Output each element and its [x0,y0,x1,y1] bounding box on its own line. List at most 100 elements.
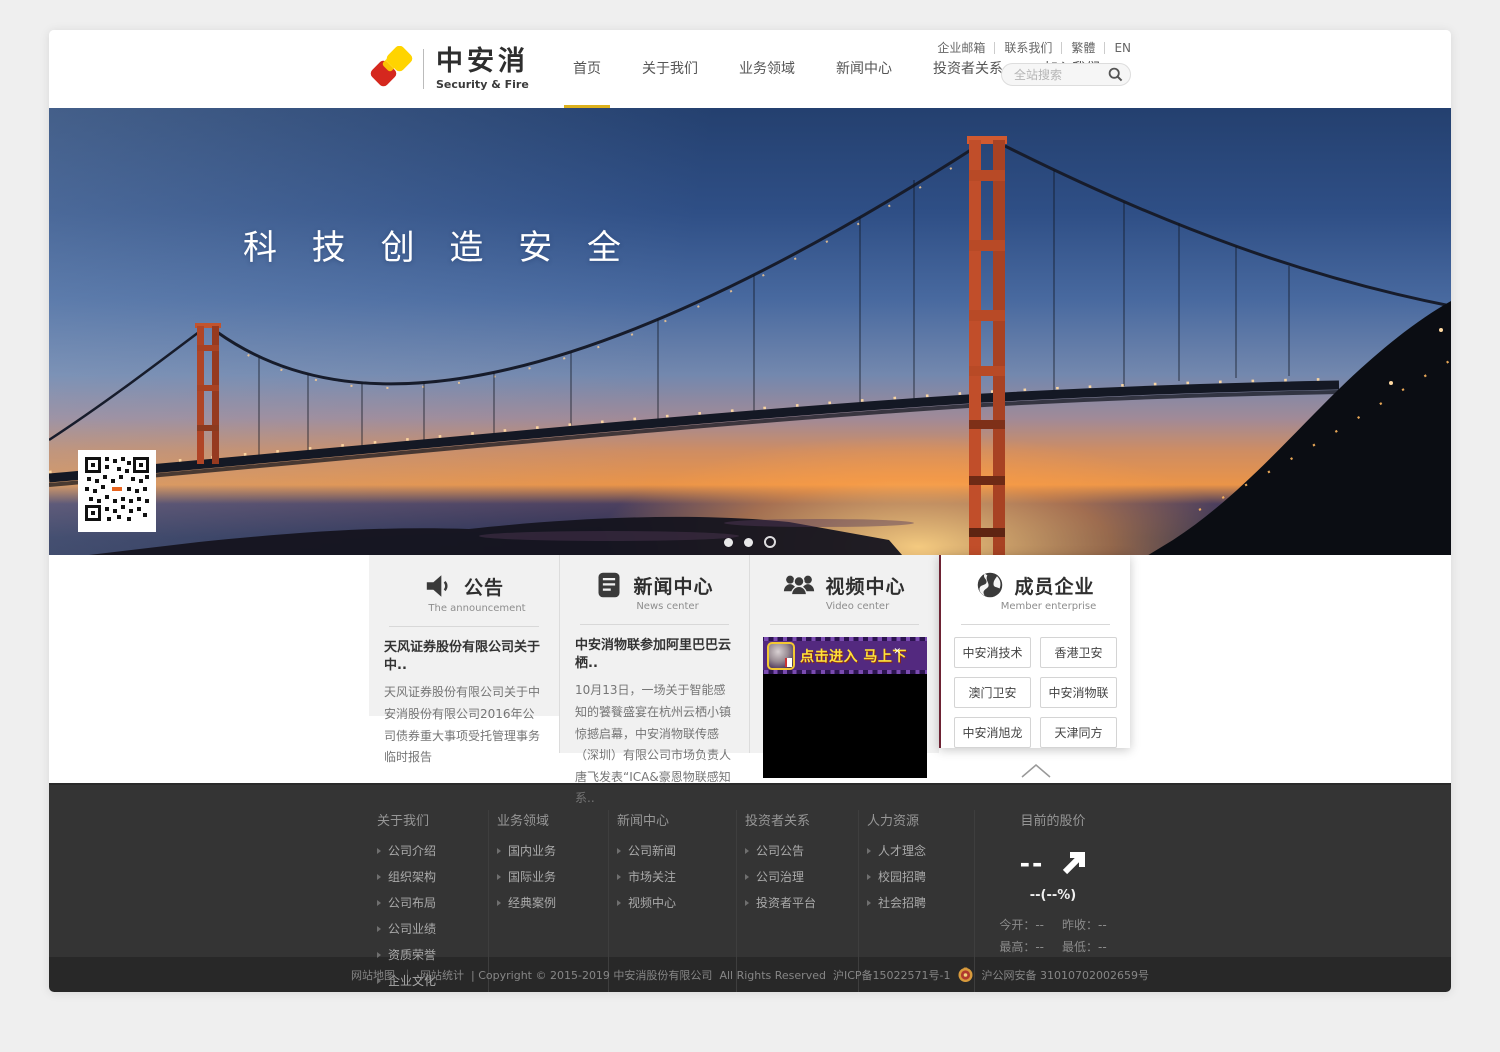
stock-change: --(--%) [975,888,1131,903]
news-subtitle: News center [586,601,749,612]
ad-text: 点击进入 马上下 [800,646,907,666]
site-stats-link[interactable]: 网站统计 [420,967,464,983]
triangle-right-icon [745,848,749,854]
triangle-right-icon [617,848,621,854]
footer-col-title: 业务领域 [497,810,608,829]
company-button[interactable]: 澳门卫安 [954,677,1031,708]
stock-title: 目前的股价 [975,810,1131,829]
nav-home[interactable]: 首页 [569,30,605,108]
footer-link[interactable]: 经典案例 [497,894,608,911]
footer-link[interactable]: 组织架构 [377,868,488,885]
police-record-link[interactable]: 沪公网安备 31010702002659号 [981,967,1148,983]
news-item-title[interactable]: 中安消物联参加阿里巴巴云栖.. [575,637,734,673]
triangle-right-icon [497,874,501,880]
utility-links: 企业邮箱 联系我们 繁體 EN [928,42,1131,54]
triangle-right-icon [377,874,381,880]
company-button[interactable]: 天津同方 [1040,717,1117,748]
logo-divider [423,49,424,89]
ad-close-icon[interactable]: ✕ [893,647,901,657]
video-card: 视频中心 Video center 点击进入 马上下 ✕ [749,555,939,753]
hero-slogan: 科 技 创 造 安 全 [243,220,633,269]
footer-col-title: 人力资源 [867,810,974,829]
footer-col-news: 新闻中心 公司新闻 市场关注 视频中心 [609,810,737,992]
footer-link[interactable]: 公司新闻 [617,842,736,859]
search-icon[interactable] [1108,67,1123,82]
announcement-subtitle: The announcement [395,603,559,614]
footer-link[interactable]: 市场关注 [617,868,736,885]
nav-about[interactable]: 关于我们 [638,30,702,108]
site-page: 中安消 Security & Fire 首页 关于我们 业务领域 新闻中心 投资… [49,30,1451,992]
company-button[interactable]: 中安消技术 [954,637,1031,668]
logo-title: 中安消 [436,48,529,75]
video-ad-banner[interactable]: 点击进入 马上下 ✕ [763,637,927,674]
footer-link[interactable]: 投资者平台 [745,894,858,911]
footer-col-about: 关于我们 公司介绍 组织架构 公司布局 公司业绩 资质荣誉 企业文化 [369,810,489,992]
logo-tagline: Security & Fire [436,78,529,91]
triangle-right-icon [377,848,381,854]
footer-col-hr: 人力资源 人才理念 校园招聘 社会招聘 [859,810,975,992]
qr-code [78,450,156,532]
news-title: 新闻中心 [633,572,713,599]
company-button[interactable]: 香港卫安 [1040,637,1117,668]
stock-widget: 目前的股价 -- --(--%) 今开：-- 昨收：-- 最高：-- 最低：-- [975,810,1131,992]
footer-link[interactable]: 校园招聘 [867,868,974,885]
people-icon [783,571,815,599]
triangle-right-icon [497,848,501,854]
triangle-right-icon [617,900,621,906]
video-player[interactable]: 点击进入 马上下 ✕ [763,637,927,778]
nav-news[interactable]: 新闻中心 [832,30,896,108]
link-traditional[interactable]: 繁體 [1062,42,1105,54]
footer-link[interactable]: 国际业务 [497,868,608,885]
link-contact[interactable]: 联系我们 [995,42,1062,54]
company-button[interactable]: 中安消物联 [1040,677,1117,708]
footer-col-title: 关于我们 [377,810,488,829]
site-search [1001,63,1131,86]
chevron-up-icon[interactable] [1019,763,1053,779]
speaker-icon [424,571,454,601]
icp-link[interactable]: 沪ICP备15022571号-1 [833,967,951,983]
link-english[interactable]: EN [1105,42,1131,54]
sitemap-link[interactable]: 网站地图 [351,967,395,983]
footer-col-business: 业务领域 国内业务 国际业务 经典案例 [489,810,609,992]
footer-link[interactable]: 视频中心 [617,894,736,911]
logo-icon [369,46,415,92]
footer-link[interactable]: 公司治理 [745,868,858,885]
nav-business[interactable]: 业务领域 [735,30,799,108]
triangle-right-icon [867,874,871,880]
triangle-right-icon [377,900,381,906]
bridge-illustration [49,108,1451,585]
carousel-dot-2[interactable] [744,538,753,547]
triangle-right-icon [377,926,381,932]
carousel-dots [49,536,1451,548]
announcement-item-body: 天风证券股份有限公司关于中安消股份有限公司2016年公司债券重大事项受托管理事务… [384,682,544,768]
footer-link[interactable]: 人才理念 [867,842,974,859]
link-enterprise-mail[interactable]: 企业邮箱 [928,42,995,54]
footer-link[interactable]: 社会招聘 [867,894,974,911]
member-companies: 中安消技术 香港卫安 澳门卫安 中安消物联 中安消旭龙 天津同方 [941,637,1130,748]
announcement-card: 公告 The announcement 天风证券股份有限公司关于中.. 天风证券… [369,555,559,716]
triangle-right-icon [745,874,749,880]
triangle-right-icon [867,900,871,906]
triangle-right-icon [617,874,621,880]
logo[interactable]: 中安消 Security & Fire [369,46,529,92]
news-card: 新闻中心 News center 中安消物联参加阿里巴巴云栖.. 10月13日，… [559,555,749,753]
globe-icon [976,571,1004,599]
copyright-text: | Copyright © 2015-2019 中安消股份有限公司 [471,967,712,983]
footer-link[interactable]: 资质荣誉 [377,946,488,963]
carousel-dot-1[interactable] [724,538,733,547]
footer-col-title: 投资者关系 [745,810,858,829]
footer-link[interactable]: 公司公告 [745,842,858,859]
footer-link[interactable]: 国内业务 [497,842,608,859]
company-button[interactable]: 中安消旭龙 [954,717,1031,748]
announcement-item-title[interactable]: 天风证券股份有限公司关于中.. [384,639,544,675]
separator: ｜ [402,967,413,983]
member-title: 成员企业 [1014,572,1094,599]
video-subtitle: Video center [776,601,939,612]
carousel-dot-3-active[interactable] [764,536,776,548]
footer-link[interactable]: 公司布局 [377,894,488,911]
ad-avatar [767,642,795,670]
footer-link[interactable]: 公司业绩 [377,920,488,937]
site-header: 中安消 Security & Fire 首页 关于我们 业务领域 新闻中心 投资… [49,30,1451,108]
footer-link[interactable]: 公司介绍 [377,842,488,859]
qr-pattern [83,455,151,523]
